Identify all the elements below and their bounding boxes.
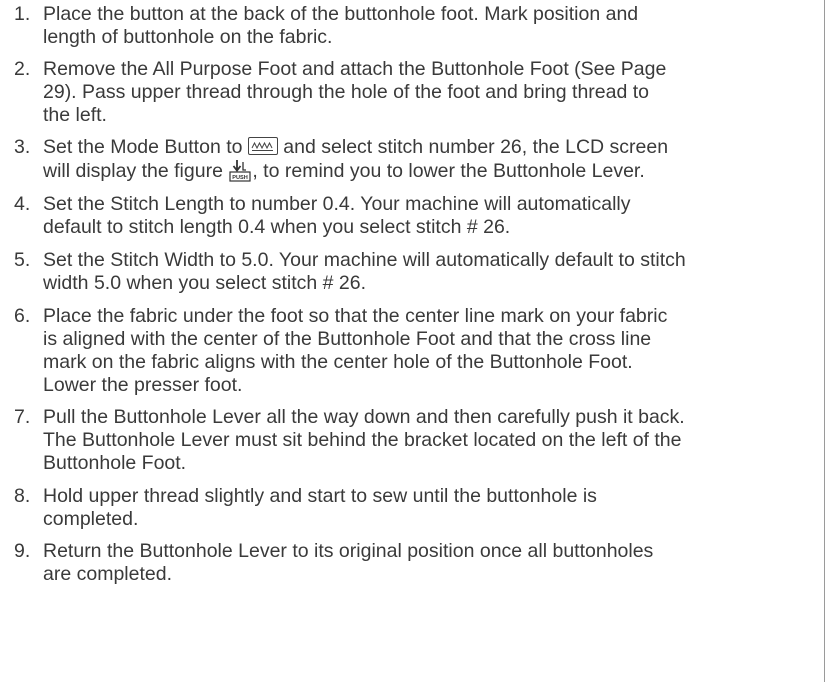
step-line: default to stitch length 0.4 when you se… (43, 216, 511, 238)
step-line: Set the Stitch Length to number 0.4. You… (43, 193, 631, 215)
zigzag-mode-icon (247, 137, 278, 155)
step-line: completed. (43, 508, 139, 530)
step-line: Place the button at the back of the butt… (43, 3, 639, 25)
instruction-page: 1. Place the button at the back of the b… (0, 0, 830, 682)
step-text: Set the Stitch Length to number 0.4. You… (43, 193, 821, 239)
step-text: Set the Stitch Width to 5.0. Your machin… (43, 249, 821, 295)
step-text: Remove the All Purpose Foot and attach t… (43, 58, 821, 127)
step-number: 3. (14, 136, 31, 158)
step-line: Return the Buttonhole Lever to its origi… (43, 540, 654, 562)
step-line: Buttonhole Foot. (43, 452, 187, 474)
step-number: 1. (14, 3, 31, 25)
step-line: are completed. (43, 563, 172, 585)
step-text: Place the button at the back of the butt… (43, 3, 821, 49)
step-line: the left. (43, 104, 107, 126)
step-text-segment: Set the Mode Button to (43, 136, 248, 158)
step-number: 5. (14, 249, 31, 271)
step-line: Hold upper thread slightly and start to … (43, 485, 597, 507)
step-text: Hold upper thread slightly and start to … (43, 485, 821, 531)
page-edge-rule (824, 0, 825, 682)
step-line: will display the figure PUSH, to remind … (43, 159, 821, 183)
step-line: width 5.0 when you select stitch # 26. (43, 272, 367, 294)
step-number: 8. (14, 485, 31, 507)
step-text: Set the Mode Button to and select stitch… (43, 136, 821, 183)
step-line: The Buttonhole Lever must sit behind the… (43, 429, 682, 451)
step-text-segment: , to remind you to lower the Buttonhole … (252, 160, 645, 182)
step-line: Place the fabric under the foot so that … (43, 305, 668, 327)
step-line: 29). Pass upper thread through the hole … (43, 81, 650, 103)
step-number: 6. (14, 305, 31, 327)
step-text: Place the fabric under the foot so that … (43, 305, 821, 397)
step-number: 2. (14, 58, 31, 80)
step-line: length of buttonhole on the fabric. (43, 26, 333, 48)
step-number: 4. (14, 193, 31, 215)
step-text-segment: will display the figure (43, 160, 229, 182)
step-text: Return the Buttonhole Lever to its origi… (43, 540, 821, 586)
step-line: Set the Stitch Width to 5.0. Your machin… (43, 249, 686, 271)
step-number: 7. (14, 406, 31, 428)
step-text: Pull the Buttonhole Lever all the way do… (43, 406, 821, 475)
step-line: mark on the fabric aligns with the cente… (43, 351, 633, 373)
step-line: Set the Mode Button to and select stitch… (43, 136, 821, 159)
step-line: Pull the Buttonhole Lever all the way do… (43, 406, 685, 428)
push-lever-icon: PUSH (228, 159, 252, 183)
push-label: PUSH (233, 175, 249, 181)
step-line: Remove the All Purpose Foot and attach t… (43, 58, 667, 80)
step-line: Lower the presser foot. (43, 374, 243, 396)
step-text-segment: and select stitch number 26, the LCD scr… (277, 136, 669, 158)
step-number: 9. (14, 540, 31, 562)
step-line: is aligned with the center of the Button… (43, 328, 652, 350)
